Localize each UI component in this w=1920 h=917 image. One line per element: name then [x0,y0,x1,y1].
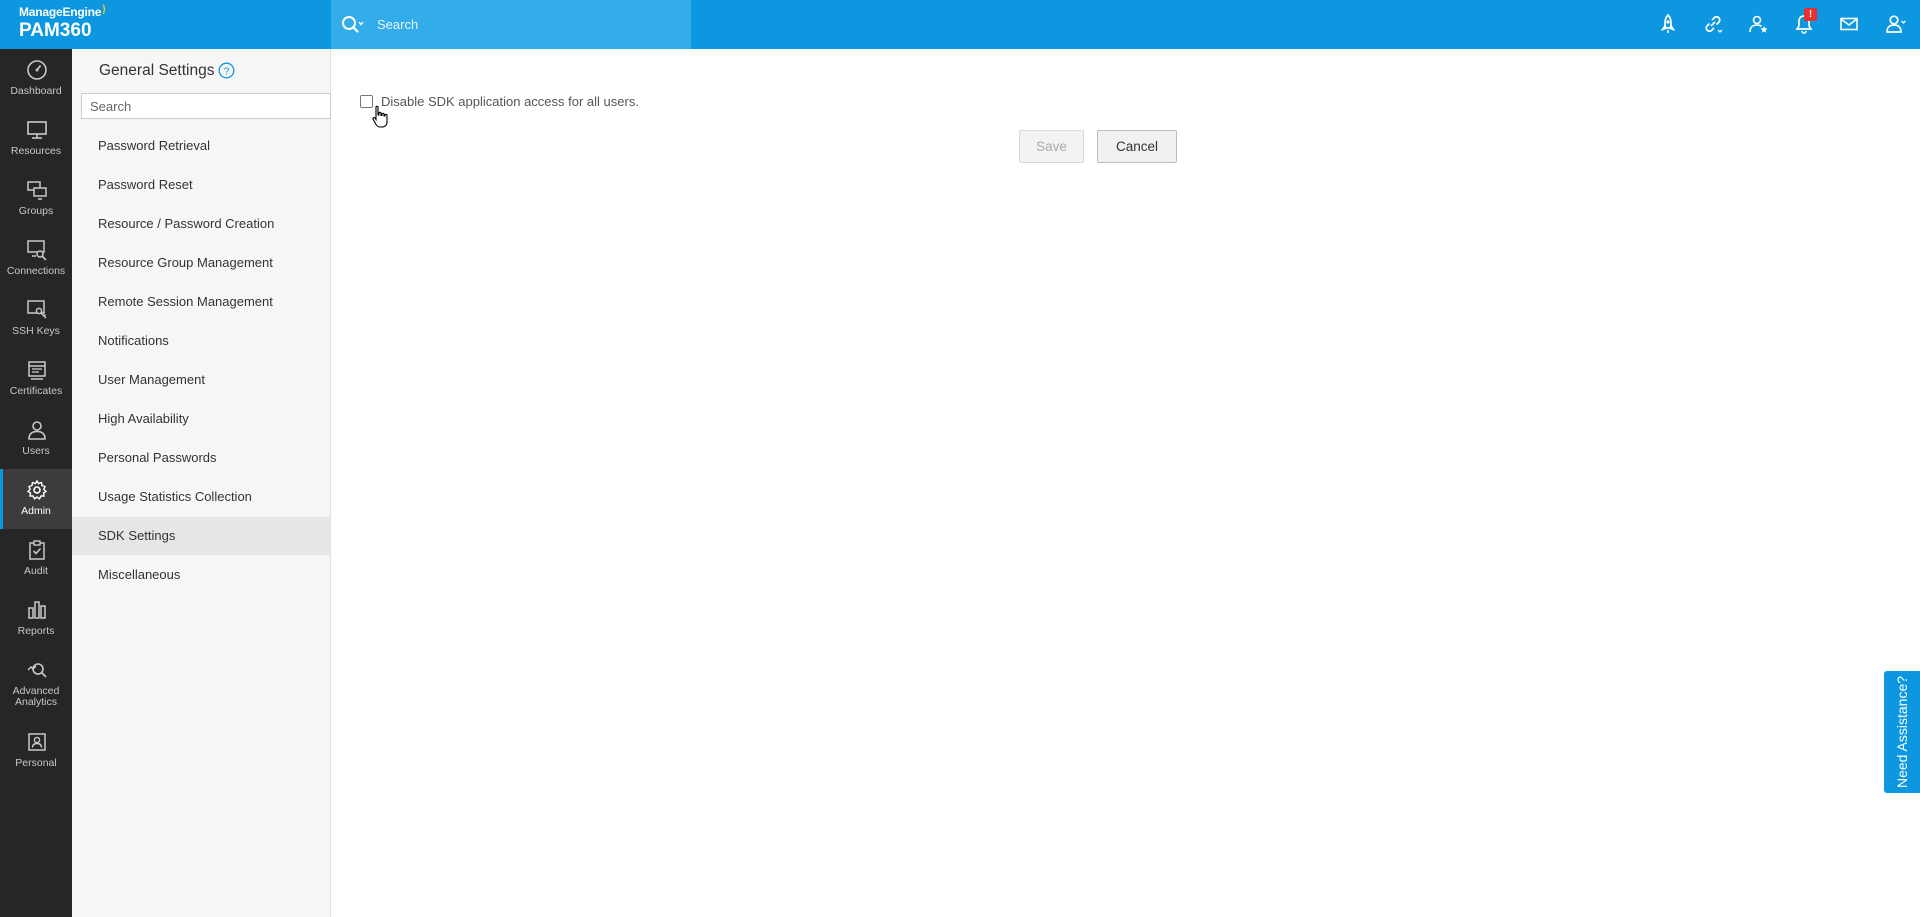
bar-chart-icon [28,601,46,619]
help-icon[interactable]: ? [218,62,235,79]
settings-item-notifications[interactable]: Notifications [72,322,330,360]
nav-label: SSH Keys [12,325,60,337]
nav-groups[interactable]: Groups [0,169,72,229]
nav-label: Admin [21,505,51,517]
settings-item-high-availability[interactable]: High Availability [72,400,330,438]
link-icon[interactable] [1701,12,1725,36]
cancel-button[interactable]: Cancel [1097,130,1177,163]
nav-connections[interactable]: Connections [0,229,72,289]
nav-advanced-analytics[interactable]: Advanced Analytics [0,649,72,721]
settings-search-input[interactable] [81,93,331,119]
nav-label: Connections [6,265,66,277]
main-content: Disable SDK application access for all u… [331,49,1920,917]
ssh-key-icon [27,300,47,319]
settings-item-password-retrieval[interactable]: Password Retrieval [72,127,330,165]
settings-item-usage-statistics[interactable]: Usage Statistics Collection [72,478,330,516]
rocket-icon[interactable] [1656,12,1680,36]
nav-resources[interactable]: Resources [0,109,72,169]
settings-item-resource-password-creation[interactable]: Resource / Password Creation [72,205,330,243]
top-bar: ManageEngine) PAM360 ! [0,0,1920,49]
connections-icon [27,240,47,261]
nav-admin[interactable]: Admin [0,469,72,529]
settings-item-resource-group-management[interactable]: Resource Group Management [72,244,330,282]
analytics-icon [27,663,47,678]
global-search [331,0,691,49]
left-nav: Dashboard Resources Groups Connections S… [0,49,72,917]
groups-icon [27,181,47,200]
personal-icon [28,733,46,751]
certificate-icon [28,361,46,380]
product-name: PAM360 [19,20,92,41]
nav-label: Groups [18,205,54,217]
nav-label: Users [22,445,50,457]
nav-label: Resources [10,145,62,157]
disable-sdk-label[interactable]: Disable SDK application access for all u… [381,94,639,109]
settings-item-remote-session-management[interactable]: Remote Session Management [72,283,330,321]
dashboard-icon [27,60,47,80]
nav-personal[interactable]: Personal [0,721,72,781]
save-button[interactable]: Save [1019,130,1084,163]
nav-label: Personal [15,757,57,769]
nav-audit[interactable]: Audit [0,529,72,589]
settings-item-personal-passwords[interactable]: Personal Passwords [72,439,330,477]
nav-users[interactable]: Users [0,409,72,469]
settings-sidebar: General Settings ? Password Retrieval Pa… [72,49,331,917]
settings-item-user-management[interactable]: User Management [72,361,330,399]
nav-label: Advanced Analytics [12,685,60,708]
clipboard-check-icon [29,540,45,560]
need-assistance-label: Need Assistance? [1894,675,1910,789]
brand-logo[interactable]: ManageEngine) PAM360 [0,0,106,49]
nav-dashboard[interactable]: Dashboard [0,49,72,109]
company-name: ManageEngine) [19,4,106,19]
svg-text:?: ? [224,65,230,77]
user-menu-icon[interactable] [1883,12,1907,36]
mail-icon[interactable] [1837,12,1861,36]
global-search-input[interactable] [377,0,677,49]
settings-item-password-reset[interactable]: Password Reset [72,166,330,204]
nav-certificates[interactable]: Certificates [0,349,72,409]
nav-label: Certificates [9,385,63,397]
search-icon[interactable] [340,14,364,34]
notification-badge: ! [1804,8,1817,21]
nav-label: Dashboard [10,85,62,97]
nav-label: Audit [24,565,48,577]
nav-reports[interactable]: Reports [0,589,72,649]
nav-ssh-keys[interactable]: SSH Keys [0,289,72,349]
gear-icon [26,479,48,500]
settings-title: General Settings [99,62,215,79]
user-icon [28,421,46,440]
hand-cursor-icon [372,105,388,128]
settings-item-miscellaneous[interactable]: Miscellaneous [72,556,330,594]
user-star-icon[interactable] [1746,12,1770,36]
monitor-icon [27,121,47,139]
settings-item-sdk-settings[interactable]: SDK Settings [72,517,330,555]
need-assistance-tab[interactable]: Need Assistance? [1884,671,1920,793]
nav-label: Reports [17,625,55,637]
